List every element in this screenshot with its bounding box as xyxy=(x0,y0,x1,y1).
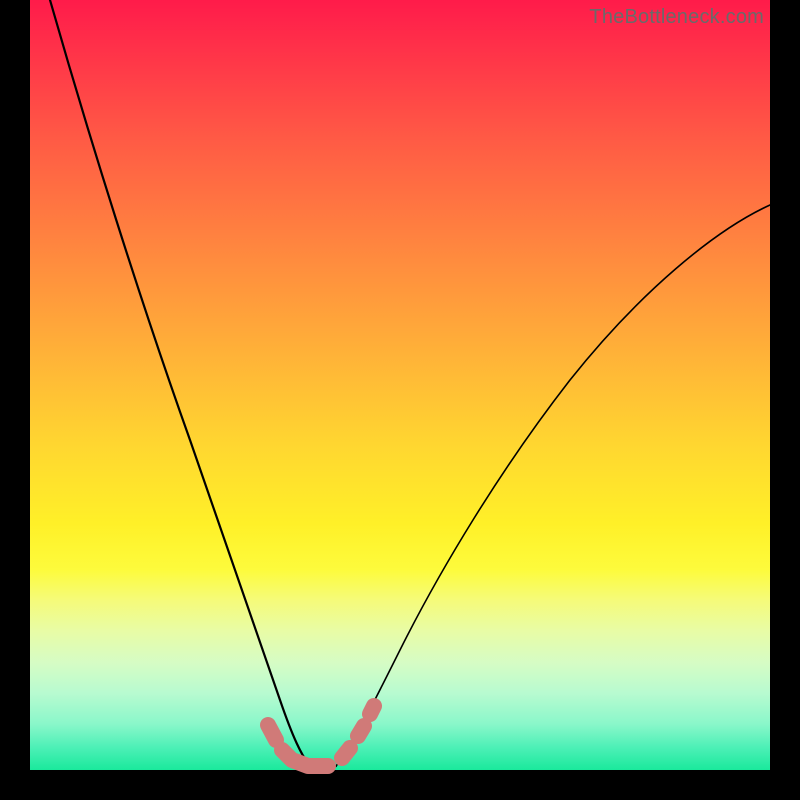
chart-area xyxy=(30,0,770,770)
left-branch-curve xyxy=(50,0,312,768)
valley-marker-seg-r3 xyxy=(370,706,374,714)
valley-marker-main xyxy=(282,750,328,766)
valley-marker-seg-r2 xyxy=(358,726,364,736)
right-branch-curve xyxy=(336,205,770,766)
valley-marker-seg-r1 xyxy=(342,748,350,758)
valley-marker-seg-left xyxy=(268,725,276,740)
plot-svg xyxy=(30,0,770,770)
watermark-text: TheBottleneck.com xyxy=(589,6,764,29)
